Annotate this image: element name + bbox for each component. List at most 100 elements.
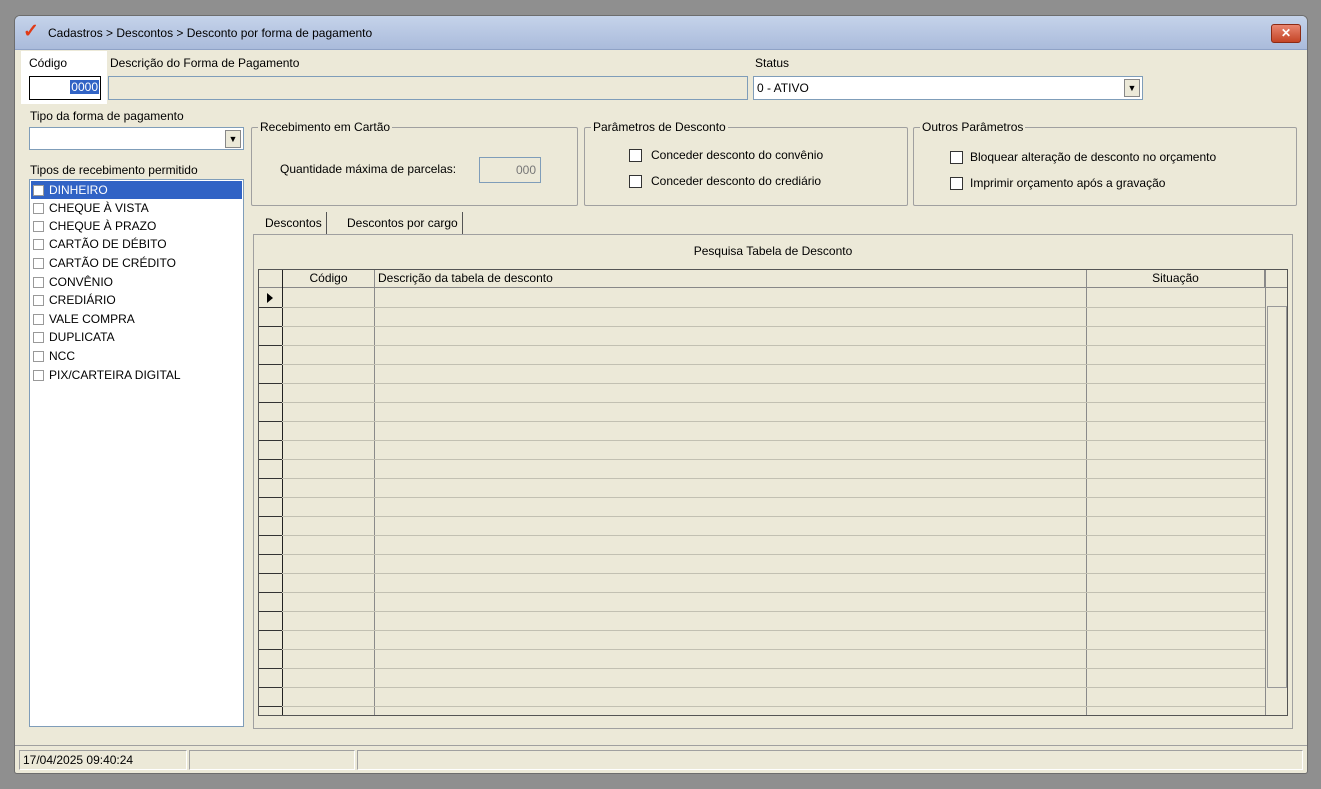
checkbox-icon[interactable]	[33, 277, 44, 288]
checkbox-icon[interactable]	[33, 295, 44, 306]
indicator-line	[259, 687, 282, 688]
tipo-dropdown-icon[interactable]: ▼	[225, 130, 241, 148]
recebimento-cartao-title: Recebimento em Cartão	[258, 120, 393, 134]
checkbox-bloquear-alteracao[interactable]	[950, 151, 963, 164]
indicator-line	[259, 383, 282, 384]
header-situacao[interactable]: Situação	[1087, 270, 1265, 288]
indicator-line	[259, 649, 282, 650]
parametros-desconto-title: Parâmetros de Desconto	[591, 120, 728, 134]
indicator-line	[259, 516, 282, 517]
table-header: Código Descrição da tabela de desconto S…	[259, 270, 1287, 288]
row-line	[259, 554, 1265, 555]
row-line	[259, 345, 1265, 346]
table-scrollbar[interactable]	[1267, 306, 1287, 688]
row-line	[259, 706, 1265, 707]
header-indicator	[259, 270, 283, 288]
row-line	[259, 364, 1265, 365]
checkbox-icon[interactable]	[33, 258, 44, 269]
list-item-dinheiro[interactable]: DINHEIRO	[31, 181, 242, 199]
list-item-cartao-credito[interactable]: CARTÃO DE CRÉDITO	[31, 254, 242, 272]
row-line	[259, 592, 1265, 593]
desconto-crediario-label: Conceder desconto do crediário	[651, 174, 822, 188]
indicator-line	[259, 345, 282, 346]
codigo-input[interactable]: 0000	[29, 76, 101, 100]
receb-tipos-list[interactable]: DINHEIRO CHEQUE À VISTA CHEQUE À PRAZO C…	[29, 179, 244, 727]
checkbox-icon[interactable]	[33, 203, 44, 214]
window-title: Cadastros > Descontos > Desconto por for…	[48, 26, 373, 40]
header-descricao[interactable]: Descrição da tabela de desconto	[375, 270, 1087, 288]
grid-title: Pesquisa Tabela de Desconto	[693, 244, 853, 258]
list-item-pix[interactable]: PIX/CARTEIRA DIGITAL	[31, 366, 242, 384]
indicator-line	[259, 630, 282, 631]
header-codigo[interactable]: Código	[283, 270, 375, 288]
checkbox-icon[interactable]	[33, 185, 44, 196]
row-line	[259, 687, 1265, 688]
desconto-convenio-label: Conceder desconto do convênio	[651, 148, 824, 162]
indicator-line	[259, 535, 282, 536]
column-divider	[1265, 270, 1266, 715]
main-window: ✓ Cadastros > Descontos > Desconto por f…	[14, 15, 1308, 774]
list-item-crediario[interactable]: CREDIÁRIO	[31, 291, 242, 309]
indicator-line	[259, 706, 282, 707]
tab-descontos-por-cargo[interactable]: Descontos por cargo	[343, 212, 463, 234]
checkbox-icon[interactable]	[33, 239, 44, 250]
close-button[interactable]: ✕	[1271, 24, 1301, 43]
checkbox-icon[interactable]	[33, 351, 44, 362]
indicator-line	[259, 307, 282, 308]
checkbox-desconto-convenio[interactable]	[629, 149, 642, 162]
indicator-line	[259, 364, 282, 365]
tab-descontos[interactable]: Descontos	[261, 212, 327, 234]
status-value: 0 - ATIVO	[757, 81, 809, 95]
indicator-line	[259, 497, 282, 498]
qtd-parcelas-input[interactable]: 000	[479, 157, 541, 183]
list-item-cheque-prazo[interactable]: CHEQUE À PRAZO	[31, 217, 242, 235]
qtd-parcelas-value: 000	[515, 163, 536, 177]
app-check-icon: ✓	[23, 21, 39, 42]
checkbox-icon[interactable]	[33, 221, 44, 232]
checkbox-icon[interactable]	[33, 370, 44, 381]
row-line	[259, 649, 1265, 650]
row-line	[259, 307, 1265, 308]
indicator-line	[259, 478, 282, 479]
status-dropdown-icon[interactable]: ▼	[1124, 79, 1140, 97]
indicator-line	[259, 402, 282, 403]
checkbox-desconto-crediario[interactable]	[629, 175, 642, 188]
row-line	[259, 326, 1265, 327]
checkbox-icon[interactable]	[33, 332, 44, 343]
tipo-select[interactable]: ▼	[29, 127, 244, 150]
indicator-line	[259, 611, 282, 612]
status-bar: 17/04/2025 09:40:24	[15, 745, 1307, 773]
list-item-duplicata[interactable]: DUPLICATA	[31, 328, 242, 346]
list-item-cheque-vista[interactable]: CHEQUE À VISTA	[31, 199, 242, 217]
list-item-convenio[interactable]: CONVÊNIO	[31, 273, 242, 291]
descricao-input[interactable]	[108, 76, 748, 100]
codigo-value: 0000	[70, 80, 99, 94]
outros-parametros-group: Outros Parâmetros Bloquear alteração de …	[913, 120, 1297, 206]
status-panel-3	[357, 750, 1303, 770]
status-select[interactable]: 0 - ATIVO ▼	[753, 76, 1143, 100]
tipo-label: Tipo da forma de pagamento	[30, 109, 184, 123]
imprimir-orcamento-label: Imprimir orçamento após a gravação	[970, 176, 1166, 190]
row-line	[259, 668, 1265, 669]
status-datetime: 17/04/2025 09:40:24	[19, 750, 187, 770]
checkbox-icon[interactable]	[33, 314, 44, 325]
recebimento-cartao-group: Recebimento em Cartão Quantidade máxima …	[251, 120, 578, 206]
current-row-indicator-icon	[267, 293, 273, 303]
status-label: Status	[755, 56, 790, 70]
indicator-line	[259, 326, 282, 327]
row-line	[259, 402, 1265, 403]
indicator-line	[259, 592, 282, 593]
desconto-table[interactable]: Código Descrição da tabela de desconto S…	[258, 269, 1288, 716]
checkbox-imprimir-orcamento[interactable]	[950, 177, 963, 190]
row-line	[259, 478, 1265, 479]
list-item-cartao-debito[interactable]: CARTÃO DE DÉBITO	[31, 235, 242, 253]
tipos-receb-label: Tipos de recebimento permitido	[30, 163, 198, 177]
row-line	[259, 440, 1265, 441]
row-line	[259, 535, 1265, 536]
indicator-line	[259, 440, 282, 441]
indicator-line	[259, 668, 282, 669]
outros-parametros-title: Outros Parâmetros	[920, 120, 1026, 134]
list-item-ncc[interactable]: NCC	[31, 347, 242, 365]
row-line	[259, 573, 1265, 574]
list-item-vale-compra[interactable]: VALE COMPRA	[31, 310, 242, 328]
